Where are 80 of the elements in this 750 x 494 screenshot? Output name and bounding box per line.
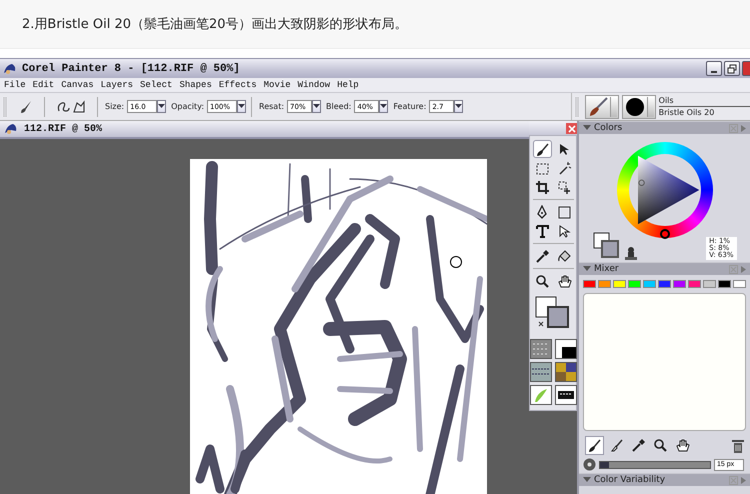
menu-item[interactable]: File [4, 80, 26, 90]
brush-selector-button[interactable] [584, 94, 619, 118]
brush-size-dial-icon[interactable] [583, 458, 596, 471]
dropdown-button[interactable] [312, 100, 322, 113]
field-label: Opacity: [171, 102, 204, 111]
paper-texture-icon[interactable] [530, 340, 550, 358]
caret-icon [158, 104, 166, 109]
menu-item[interactable]: Layers [100, 80, 134, 90]
field-label: Size: [105, 102, 124, 111]
brush-category: Oils [658, 96, 750, 106]
panel-title: Mixer [594, 264, 619, 274]
toolbar-grip [575, 96, 579, 116]
minimize-button[interactable] [706, 61, 722, 76]
pattern-icon[interactable] [530, 363, 550, 381]
field-label: Resat: [259, 102, 284, 111]
trash-icon[interactable] [732, 438, 744, 452]
dropper-icon[interactable] [631, 438, 646, 453]
toolbar-grip [3, 96, 7, 116]
color-swatch[interactable] [703, 280, 716, 288]
dropdown-button[interactable] [454, 100, 464, 113]
collapse-icon[interactable] [583, 477, 591, 483]
menu-item[interactable]: Select [140, 80, 172, 90]
field-label: Bleed: [326, 102, 352, 111]
brush-variant: Bristle Oils 20 [658, 106, 716, 118]
close-icon [568, 124, 576, 132]
menu-item[interactable]: Window [298, 80, 330, 90]
brush-icon [19, 100, 33, 114]
palette-knife-icon[interactable] [609, 438, 624, 453]
color-swatch[interactable] [718, 280, 731, 288]
color-swatch-icon[interactable] [592, 232, 620, 260]
caption-text: 2.用Bristle Oil 20（鬃毛油画笔20号）画出大致阴影的形状布局。 [21, 16, 408, 33]
nozzle-icon[interactable] [530, 386, 550, 404]
caret-icon [238, 104, 246, 109]
clone-color-icon[interactable] [624, 246, 638, 260]
gradient-icon[interactable] [556, 340, 576, 358]
menu-item[interactable]: Help [337, 80, 359, 90]
color-swatch[interactable] [628, 280, 641, 288]
menu-item[interactable]: Movie [264, 80, 291, 90]
color-swatch[interactable] [673, 280, 686, 288]
collapse-icon[interactable] [583, 125, 591, 131]
app-logo-icon [3, 62, 17, 74]
field-label: Feature: [393, 102, 426, 111]
color-swatch[interactable] [598, 280, 611, 288]
color-swatch[interactable] [583, 280, 596, 288]
weaving-icon[interactable] [556, 363, 576, 381]
dab-selector-button[interactable] [622, 94, 656, 118]
dropdown-button[interactable] [157, 100, 166, 113]
hand-icon[interactable] [675, 438, 690, 453]
document-icon [4, 123, 18, 135]
collapse-icon[interactable] [583, 266, 591, 272]
caret-icon [380, 104, 388, 109]
dropdown-button[interactable] [237, 100, 246, 113]
restore-button[interactable] [724, 61, 740, 76]
look-icon[interactable] [556, 386, 576, 404]
color-swatch[interactable] [688, 280, 701, 288]
menu-item[interactable]: Effects [218, 80, 257, 90]
menu-item[interactable]: Canvas [61, 80, 94, 90]
window-title: Corel Painter 8 - [112.RIF @ 50%] [22, 62, 240, 74]
caret-icon [455, 104, 462, 109]
color-swatch[interactable] [658, 280, 671, 288]
straight-stroke-icon[interactable] [72, 98, 86, 114]
magnifier-icon[interactable] [653, 438, 668, 453]
dab-icon [624, 96, 645, 118]
document-title: 112.RIF @ 50% [24, 124, 102, 134]
panel-title: Color Variability [594, 475, 666, 485]
minimize-icon [711, 70, 717, 72]
size-slider-thumb[interactable] [600, 462, 609, 468]
restore-icon [727, 64, 737, 74]
caret-icon [313, 104, 320, 109]
panel-title: Colors [594, 123, 622, 133]
brush-icon[interactable] [587, 438, 602, 453]
color-swatch[interactable] [733, 280, 746, 288]
color-swatch[interactable] [613, 280, 626, 288]
color-swatch[interactable] [643, 280, 656, 288]
brush-cursor-icon [449, 255, 463, 269]
brush-tool-icon[interactable] [532, 140, 552, 158]
menu-item[interactable]: Edit [32, 80, 54, 90]
main-and-additional-color-icon[interactable] [535, 296, 571, 330]
menu-item[interactable]: Shapes [179, 80, 212, 90]
dropdown-button[interactable] [379, 100, 388, 113]
